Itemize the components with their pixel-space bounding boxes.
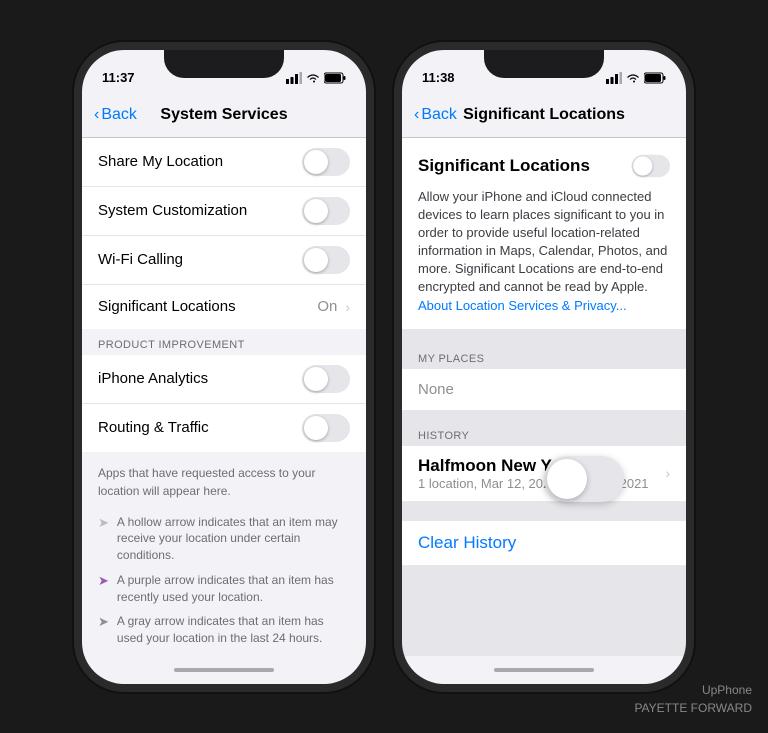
left-toggle-section: Share My Location System Customization W… [82,138,366,329]
system-customization-toggle[interactable] [302,197,350,225]
clear-history-label: Clear History [418,533,516,552]
left-time: 11:37 [102,70,135,85]
routing-traffic-toggle[interactable] [302,414,350,442]
share-location-item[interactable]: Share My Location [82,138,366,187]
right-nav-bar: ‹ Back Significant Locations [402,94,686,138]
purple-arrow-icon: ➤ [98,573,109,589]
right-home-indicator [402,656,686,684]
gray-arrow-indicator: ➤ A gray arrow indicates that an item ha… [82,609,366,651]
wifi-calling-toggle[interactable] [302,246,350,274]
chevron-left-icon: ‹ [94,106,99,124]
right-time: 11:38 [422,70,455,85]
significant-locations-item[interactable]: Significant Locations On › [82,285,366,329]
right-status-icons [606,72,666,84]
hollow-arrow-text: A hollow arrow indicates that an item ma… [117,514,350,564]
system-customization-item[interactable]: System Customization [82,187,366,236]
back-label: Back [101,106,137,124]
product-section: iPhone Analytics Routing & Traffic [82,355,366,452]
purple-arrow-indicator: ➤ A purple arrow indicates that an item … [82,568,366,610]
signal-icon [286,72,302,84]
large-toggle-overlay [544,456,624,502]
sig-loc-card-header: Significant Locations [418,152,670,180]
gray-arrow-icon: ➤ [98,614,109,630]
left-phone: 11:37 ‹ Back System Servi [74,42,374,692]
left-nav-bar: ‹ Back System Services [82,94,366,138]
left-home-indicator [82,656,366,684]
share-location-label: Share My Location [98,153,302,170]
about-location-link[interactable]: About Location Services & Privacy... [418,298,627,313]
gray-arrow-text: A gray arrow indicates that an item has … [117,613,350,647]
sig-loc-description-text: Allow your iPhone and iCloud connected d… [418,189,667,295]
my-places-header: MY PLACES [402,345,686,369]
significant-locations-chevron: › [345,299,350,315]
right-phone: 11:38 ‹ Back Significant [394,42,694,692]
large-toggle-thumb [547,459,587,499]
right-chevron-left-icon: ‹ [414,106,419,124]
right-signal-icon [606,72,622,84]
hollow-arrow-indicator: ➤ A hollow arrow indicates that an item … [82,510,366,568]
watermark-line2: PAYETTE FORWARD [634,699,752,717]
history-header: HISTORY [402,422,686,446]
right-home-bar [494,668,594,672]
left-nav-title: System Services [160,106,287,124]
left-status-bar: 11:37 [82,50,366,94]
places-none: None [402,369,686,410]
my-places-section: MY PLACES None [402,345,686,410]
wifi-calling-item[interactable]: Wi-Fi Calling [82,236,366,285]
notch [164,50,284,78]
left-screen: Share My Location System Customization W… [82,138,366,656]
routing-traffic-label: Routing & Traffic [98,419,302,436]
left-back-button[interactable]: ‹ Back [94,106,137,124]
sig-loc-toggle[interactable] [632,154,670,176]
clear-history-button[interactable]: Clear History [402,521,686,565]
sig-loc-card: Significant Locations Allow your iPhone … [402,138,686,329]
iphone-analytics-toggle[interactable] [302,365,350,393]
wifi-calling-label: Wi-Fi Calling [98,251,302,268]
history-section: HISTORY Halfmoon New York 1 location, Ma… [402,422,686,501]
battery-icon [324,72,346,84]
product-improvement-header: PRODUCT IMPROVEMENT [82,331,366,355]
wifi-icon [306,72,320,84]
routing-traffic-item[interactable]: Routing & Traffic [82,404,366,452]
significant-locations-label: Significant Locations [98,298,317,315]
sig-loc-card-title: Significant Locations [418,156,590,176]
left-home-bar [174,668,274,672]
location-description: Apps that have requested access to your … [82,454,366,510]
right-back-label: Back [421,106,457,124]
right-back-button[interactable]: ‹ Back [414,106,457,124]
iphone-analytics-label: iPhone Analytics [98,370,302,387]
watermark-line1: UpPhone [634,681,752,699]
right-status-bar: 11:38 [402,50,686,94]
history-chevron: › [665,465,670,481]
left-status-icons [286,72,346,84]
system-customization-label: System Customization [98,202,302,219]
hollow-arrow-icon: ➤ [98,515,109,531]
purple-arrow-text: A purple arrow indicates that an item ha… [117,572,350,606]
significant-locations-value: On [317,298,337,315]
sig-loc-description: Allow your iPhone and iCloud connected d… [418,188,670,315]
location-description-text: Apps that have requested access to your … [98,466,315,498]
right-nav-title: Significant Locations [463,106,625,124]
share-location-toggle[interactable] [302,148,350,176]
right-wifi-icon [626,72,640,84]
right-screen: Significant Locations Allow your iPhone … [402,138,686,656]
watermark: UpPhone PAYETTE FORWARD [634,681,752,717]
right-battery-icon [644,72,666,84]
iphone-analytics-item[interactable]: iPhone Analytics [82,355,366,404]
right-notch [484,50,604,78]
